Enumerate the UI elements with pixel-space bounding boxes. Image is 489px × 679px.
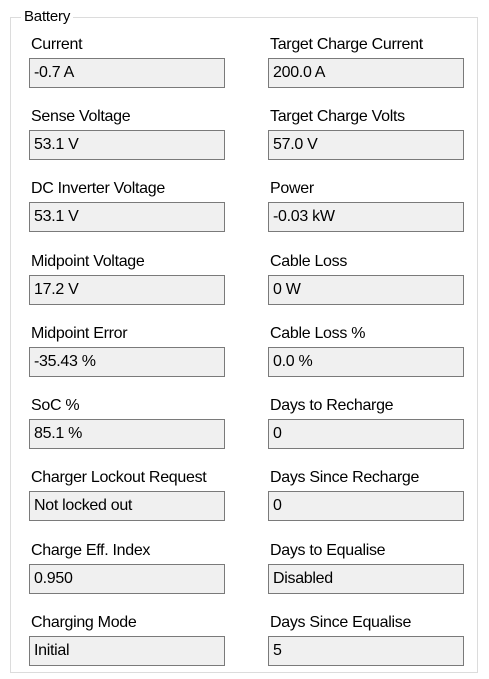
charging-mode-value[interactable]: Initial [29, 636, 225, 666]
days-since-recharge-label: Days Since Recharge [270, 469, 420, 486]
days-since-recharge-value[interactable]: 0 [268, 491, 464, 521]
days-since-equalise-label: Days Since Equalise [270, 614, 412, 631]
dc-inverter-voltage-value[interactable]: 53.1 V [29, 202, 225, 232]
target-charge-volts-label: Target Charge Volts [270, 108, 405, 125]
charge-eff-index-value[interactable]: 0.950 [29, 564, 225, 594]
soc-pct-value[interactable]: 85.1 % [29, 419, 225, 449]
charger-lockout-request-label: Charger Lockout Request [31, 469, 207, 486]
target-charge-current-value[interactable]: 200.0 A [268, 58, 464, 88]
cable-loss-label: Cable Loss [270, 253, 348, 270]
days-to-equalise-value[interactable]: Disabled [268, 564, 464, 594]
current-label: Current [31, 36, 83, 53]
power-label: Power [270, 180, 314, 197]
cable-loss-pct-label: Cable Loss % [270, 325, 366, 342]
charger-lockout-request-value[interactable]: Not locked out [29, 491, 225, 521]
charge-eff-index-label: Charge Eff. Index [31, 542, 151, 559]
midpoint-error-label: Midpoint Error [31, 325, 128, 342]
days-to-recharge-value[interactable]: 0 [268, 419, 464, 449]
midpoint-error-value[interactable]: -35.43 % [29, 347, 225, 377]
current-value[interactable]: -0.7 A [29, 58, 225, 88]
days-since-equalise-value[interactable]: 5 [268, 636, 464, 666]
sense-voltage-value[interactable]: 53.1 V [29, 130, 225, 160]
cable-loss-value[interactable]: 0 W [268, 275, 464, 305]
dc-inverter-voltage-label: DC Inverter Voltage [31, 180, 165, 197]
target-charge-current-label: Target Charge Current [270, 36, 423, 53]
midpoint-voltage-label: Midpoint Voltage [31, 253, 145, 270]
sense-voltage-label: Sense Voltage [31, 108, 131, 125]
days-to-recharge-label: Days to Recharge [270, 397, 394, 414]
target-charge-volts-value[interactable]: 57.0 V [268, 130, 464, 160]
days-to-equalise-label: Days to Equalise [270, 542, 386, 559]
charging-mode-label: Charging Mode [31, 614, 137, 631]
soc-pct-label: SoC % [31, 397, 80, 414]
power-value[interactable]: -0.03 kW [268, 202, 464, 232]
midpoint-voltage-value[interactable]: 17.2 V [29, 275, 225, 305]
battery-group-title: Battery [21, 8, 74, 26]
cable-loss-pct-value[interactable]: 0.0 % [268, 347, 464, 377]
